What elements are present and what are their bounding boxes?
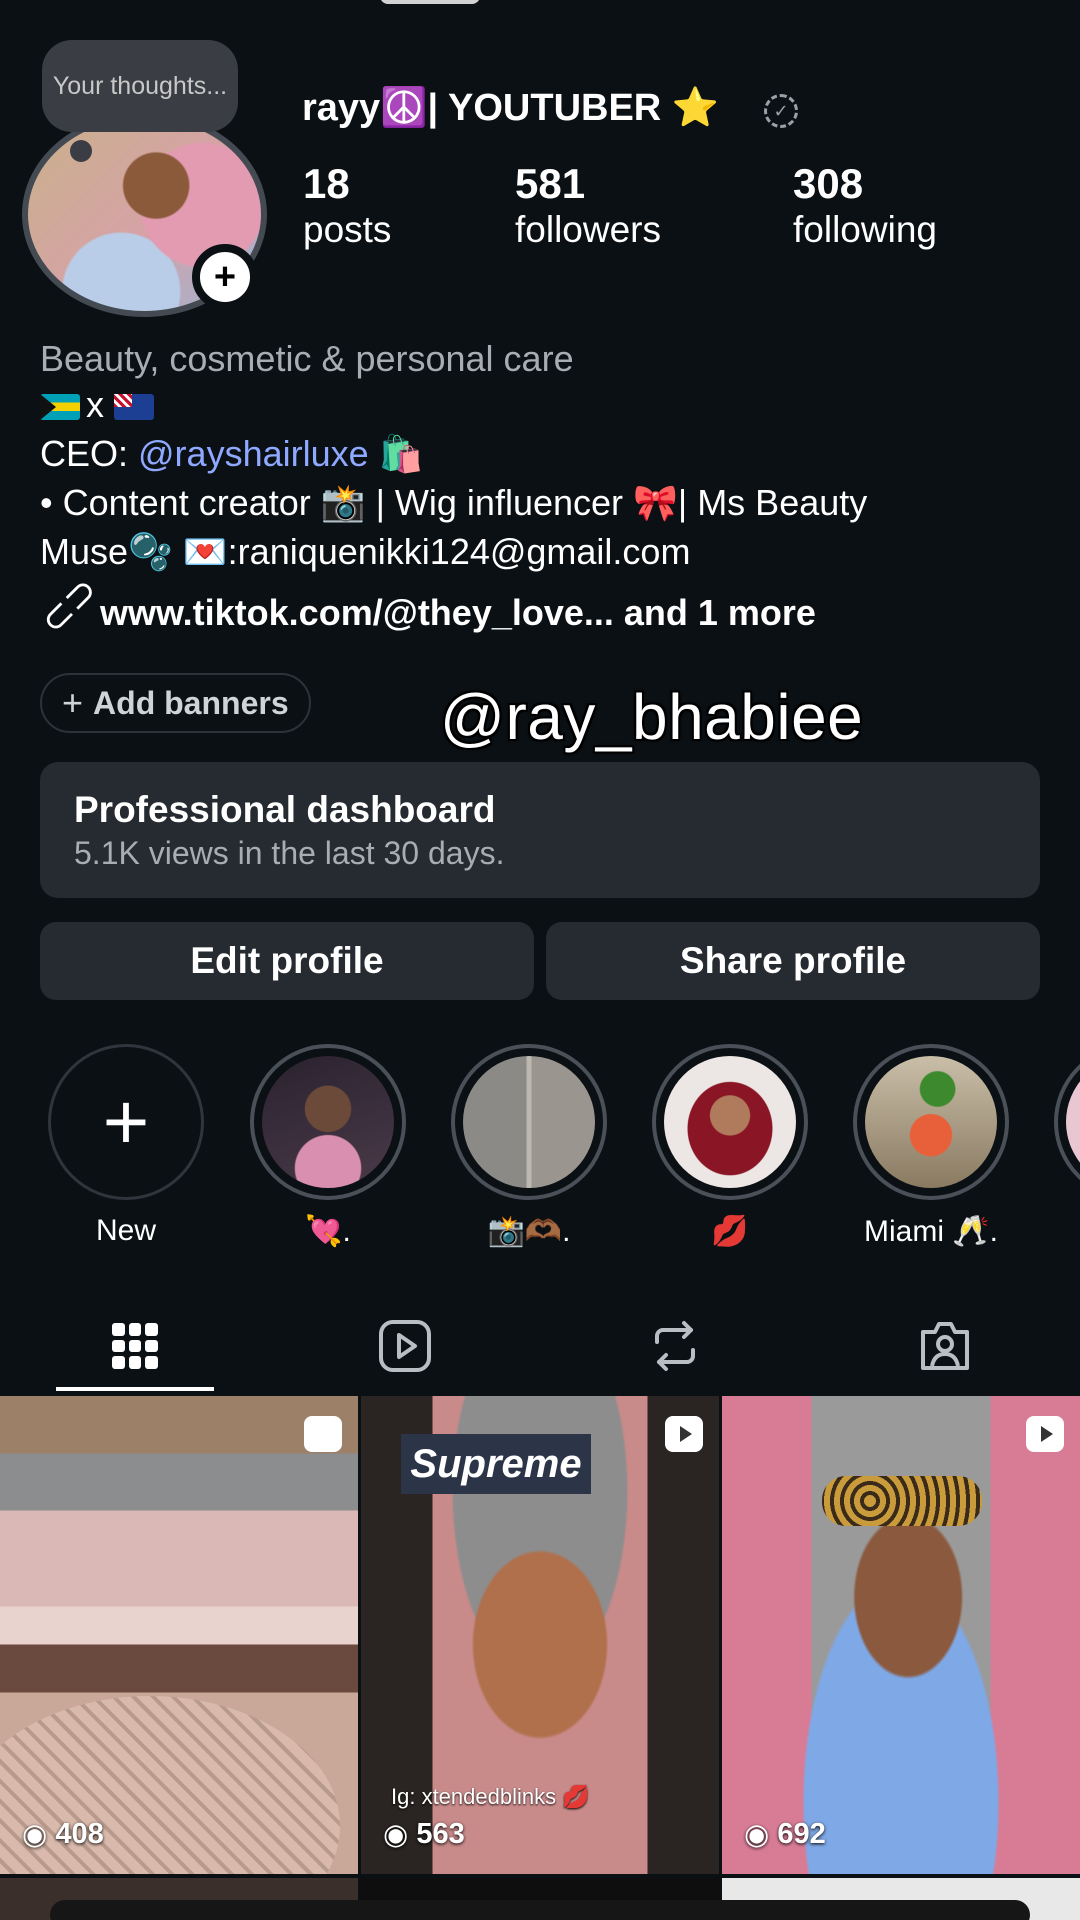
bio-ceo-prefix: CEO: bbox=[40, 433, 139, 474]
bio-line-creator: • Content creator 📸 | Wig influencer 🎀| … bbox=[40, 482, 868, 523]
stat-label: following bbox=[793, 209, 937, 250]
note-bubble-tail bbox=[70, 140, 92, 162]
ceo-mention-link[interactable]: @rayshairluxe bbox=[138, 433, 369, 474]
bio-category: Beauty, cosmetic & personal care bbox=[40, 338, 574, 379]
highlight-label: 💘. bbox=[305, 1215, 351, 1248]
bottom-sheet-handle bbox=[50, 1900, 1030, 1920]
highlight-item[interactable]: Miami 🥂. bbox=[851, 1044, 1011, 1249]
tagged-icon bbox=[921, 1322, 969, 1370]
bio: Beauty, cosmetic & personal care x CEO: … bbox=[40, 338, 1050, 576]
share-profile-button[interactable]: Share profile bbox=[546, 922, 1040, 1000]
highlight-item-partial[interactable] bbox=[1052, 1044, 1080, 1200]
post-tile[interactable]: ◉ 692 bbox=[722, 1396, 1080, 1874]
highlight-label: Miami 🥂. bbox=[863, 1215, 999, 1248]
bio-link-text[interactable]: www.tiktok.com/@they_love... and 1 more bbox=[100, 592, 816, 634]
bahamas-flag-icon bbox=[40, 394, 80, 421]
link-icon: ⊂⊃ bbox=[31, 568, 107, 644]
add-banners-label: Add banners bbox=[93, 684, 289, 721]
highlight-item[interactable]: 📸🫶🏾. bbox=[449, 1044, 609, 1249]
profile-tabs bbox=[0, 1300, 1080, 1392]
watermark-text: @ray_bhabiee bbox=[440, 681, 864, 753]
bio-ceo-suffix: 🛍️ bbox=[368, 433, 424, 474]
profile-page: + Your thoughts... rayy☮️| YOUTUBER ⭐ ✓ … bbox=[0, 0, 1080, 1920]
post-image bbox=[722, 1396, 1080, 1874]
bio-flags-separator: x bbox=[86, 384, 104, 425]
highlight-cover[interactable] bbox=[451, 1044, 607, 1200]
post-overlay-text: Supreme bbox=[401, 1434, 591, 1494]
post-image-detail bbox=[822, 1476, 982, 1526]
eye-icon: ◉ bbox=[383, 1819, 409, 1851]
view-count: ◉ 408 bbox=[22, 1817, 104, 1852]
add-story-icon[interactable]: + bbox=[192, 244, 258, 310]
bio-ceo: CEO: @rayshairluxe 🛍️ bbox=[40, 429, 1050, 478]
carousel-icon bbox=[304, 1416, 342, 1452]
highlight-cover[interactable] bbox=[853, 1044, 1009, 1200]
post-tile[interactable]: ◉ 408 bbox=[0, 1396, 358, 1874]
bio-line-email: Muse🫧 💌:raniquenikki124@gmail.com bbox=[40, 531, 691, 572]
highlight-cover[interactable] bbox=[1054, 1044, 1080, 1200]
dashboard-subtitle: 5.1K views in the last 30 days. bbox=[74, 835, 505, 871]
highlight-cover[interactable] bbox=[652, 1044, 808, 1200]
posts-count[interactable]: 18 posts bbox=[303, 160, 391, 252]
turks-caicos-flag-icon bbox=[114, 394, 155, 421]
view-count-value: 692 bbox=[777, 1818, 826, 1850]
stat-label: posts bbox=[303, 209, 392, 250]
view-count-value: 408 bbox=[55, 1818, 104, 1850]
eye-icon: ◉ bbox=[22, 1819, 48, 1851]
post-tile[interactable]: Supreme Ig: xtendedblinks 💋 ◉ 563 bbox=[361, 1396, 719, 1874]
stat-label: followers bbox=[515, 209, 661, 250]
highlight-item[interactable]: 💘. bbox=[248, 1044, 408, 1249]
view-count: ◉ 692 bbox=[744, 1817, 826, 1852]
grid-icon bbox=[112, 1323, 158, 1369]
highlight-label: 📸🫶🏾. bbox=[487, 1215, 571, 1248]
note-bubble[interactable]: Your thoughts... bbox=[42, 40, 238, 132]
tab-reposts[interactable] bbox=[595, 1300, 755, 1392]
highlight-new[interactable]: + New bbox=[46, 1044, 206, 1248]
verified-badge-icon[interactable]: ✓ bbox=[764, 94, 798, 128]
tab-grid[interactable] bbox=[55, 1300, 215, 1392]
active-tab-indicator bbox=[56, 1387, 214, 1391]
stat-number: 18 bbox=[303, 160, 350, 207]
professional-dashboard[interactable]: Professional dashboard 5.1K views in the… bbox=[40, 762, 1040, 898]
username: rayy☮️| YOUTUBER ⭐ bbox=[302, 87, 720, 129]
post-caption: Ig: xtendedblinks 💋 bbox=[391, 1784, 590, 1809]
highlight-label: 💋 bbox=[711, 1215, 749, 1248]
stat-number: 308 bbox=[793, 160, 864, 207]
stat-number: 581 bbox=[515, 160, 586, 207]
avatar[interactable]: + bbox=[22, 112, 267, 317]
highlight-item[interactable]: 💋 bbox=[650, 1044, 810, 1249]
reel-icon bbox=[1026, 1416, 1064, 1452]
following-count[interactable]: 308 following bbox=[793, 160, 937, 252]
view-count: ◉ 563 bbox=[383, 1817, 465, 1852]
view-count-value: 563 bbox=[416, 1818, 465, 1850]
tab-tagged[interactable] bbox=[865, 1300, 1025, 1392]
plus-icon: + bbox=[62, 682, 84, 723]
reel-icon bbox=[665, 1416, 703, 1452]
tab-reels[interactable] bbox=[325, 1300, 485, 1392]
add-banners-button[interactable]: + Add banners bbox=[40, 673, 311, 733]
edit-profile-button[interactable]: Edit profile bbox=[40, 922, 534, 1000]
reposts-icon bbox=[655, 1321, 695, 1371]
status-indicator bbox=[380, 0, 480, 4]
highlight-label: New bbox=[95, 1214, 156, 1247]
highlight-cover[interactable] bbox=[250, 1044, 406, 1200]
plus-icon[interactable]: + bbox=[48, 1044, 204, 1200]
reels-icon bbox=[379, 1320, 431, 1372]
dashboard-title: Professional dashboard bbox=[74, 789, 496, 830]
eye-icon: ◉ bbox=[744, 1819, 770, 1851]
bio-link[interactable]: ⊂⊃ www.tiktok.com/@they_love... and 1 mo… bbox=[32, 569, 816, 644]
followers-count[interactable]: 581 followers bbox=[515, 160, 661, 252]
bio-flags: x bbox=[40, 380, 1050, 429]
